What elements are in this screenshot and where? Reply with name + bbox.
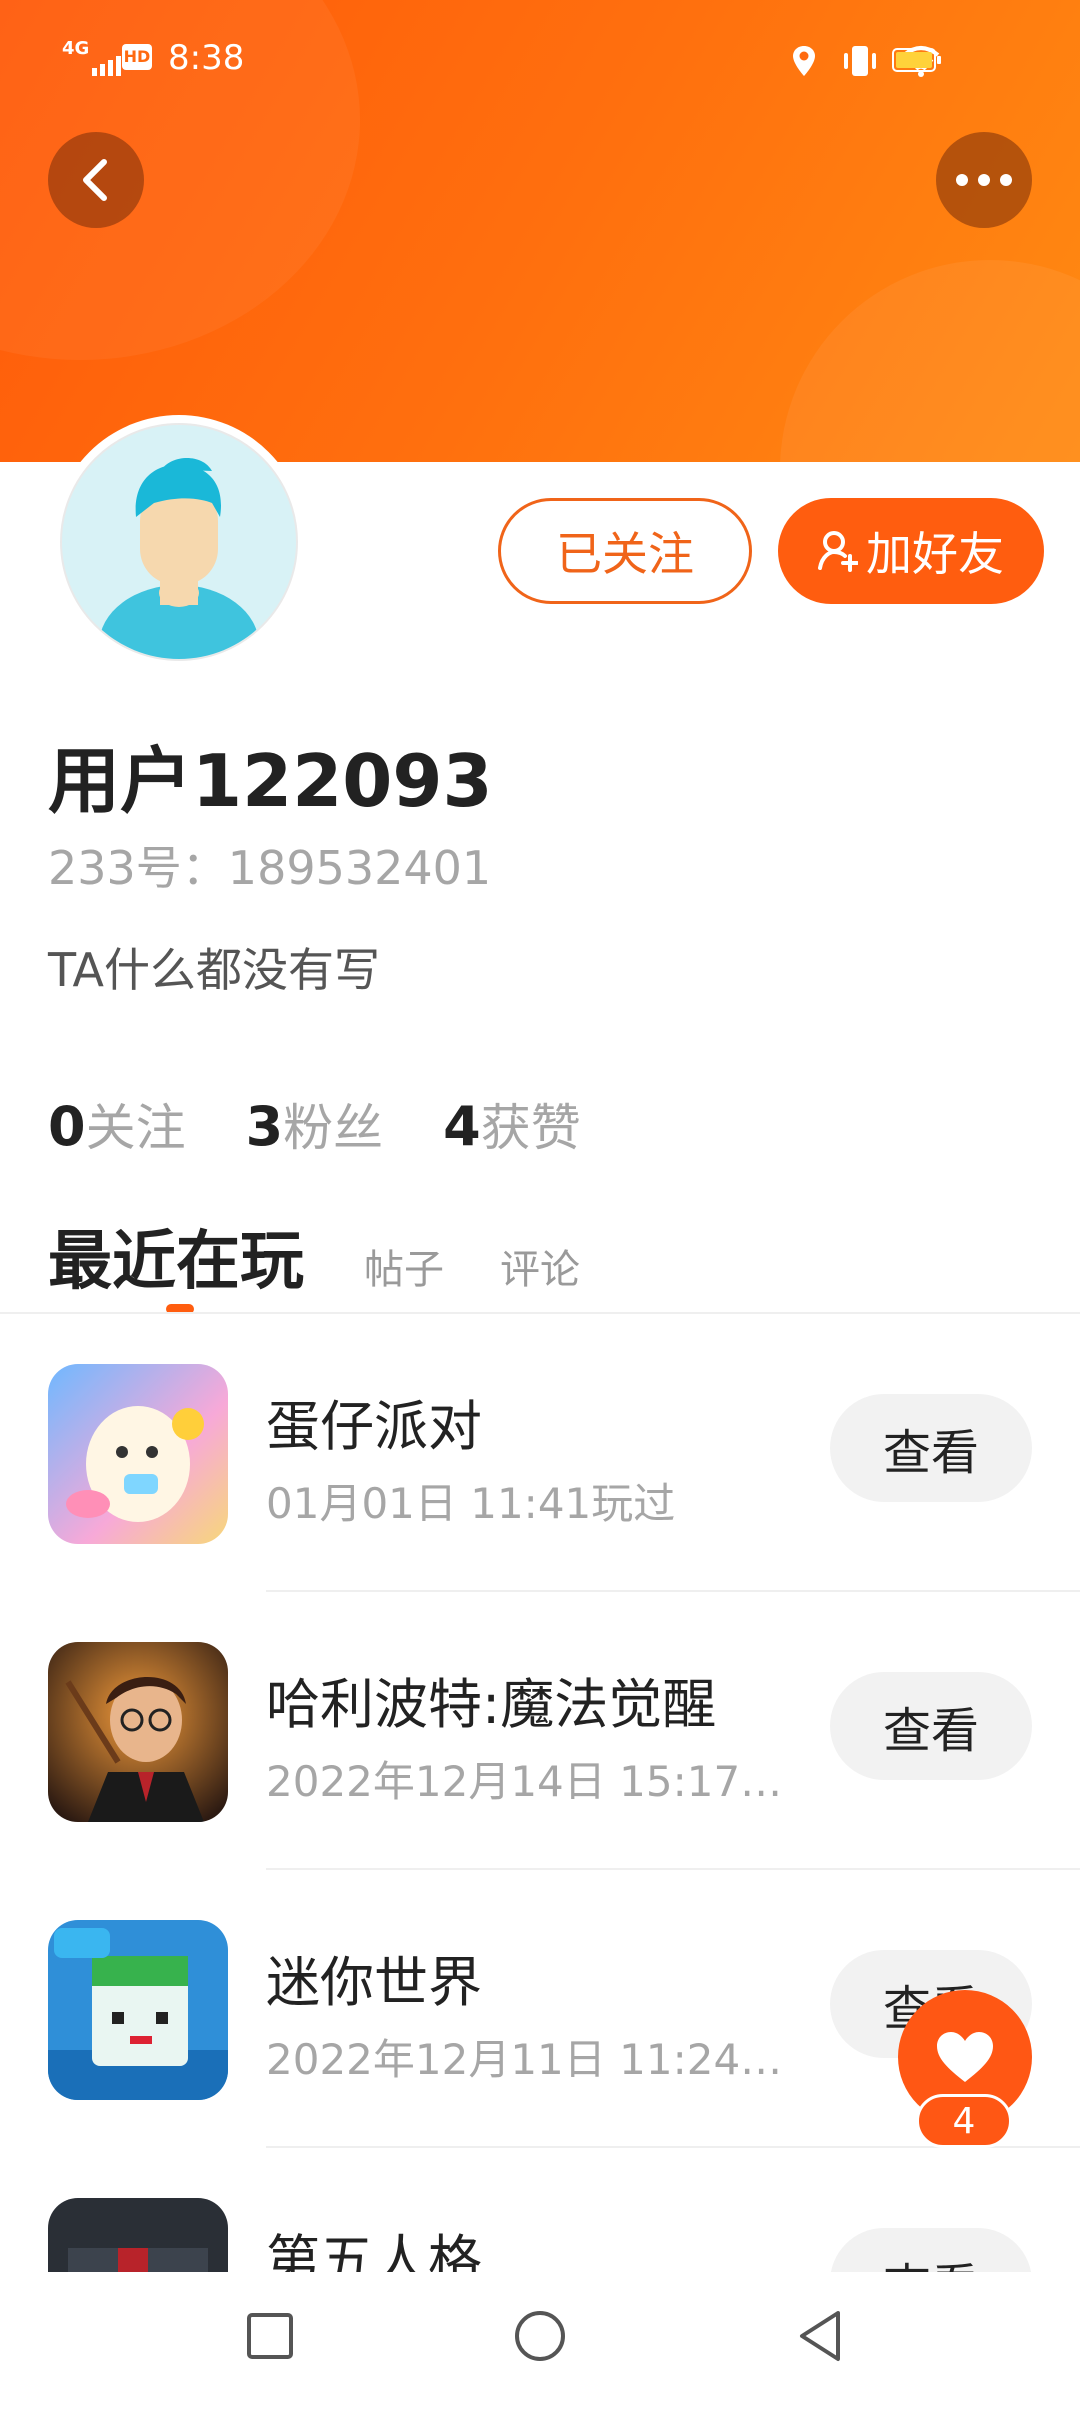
more-dots-icon — [956, 174, 1012, 186]
banner-decoration — [780, 260, 1080, 462]
game-played-time: 2022年12月14日 15:17… — [266, 1757, 783, 1806]
view-button[interactable]: 查看 — [830, 1672, 1032, 1780]
like-count-badge: 4 — [916, 2094, 1012, 2148]
heart-icon — [937, 2032, 993, 2082]
recent-apps-icon — [247, 2313, 293, 2359]
followed-button[interactable]: 已关注 — [498, 498, 752, 604]
recent-apps-button[interactable] — [240, 2306, 300, 2366]
system-navigation-bar — [0, 2272, 1080, 2400]
status-time: 8:38 — [168, 38, 245, 78]
game-title: 迷你世界 — [266, 1951, 482, 2014]
signal-icon: 4G — [62, 38, 121, 76]
tab-posts[interactable]: 帖子 — [364, 1237, 444, 1295]
stat-likes[interactable]: 4 获赞 — [443, 1088, 581, 1160]
back-arrow-icon — [83, 159, 107, 201]
stat-label: 关注 — [85, 1099, 186, 1157]
username: 用户122093 — [48, 739, 493, 823]
back-nav-button[interactable] — [790, 2306, 850, 2366]
home-button[interactable] — [510, 2306, 570, 2366]
profile-header-banner: 4G HD 8:38 — [0, 0, 1080, 462]
default-avatar-icon — [99, 458, 259, 659]
add-friend-label: 加好友 — [866, 527, 1004, 581]
back-button[interactable] — [48, 132, 144, 228]
home-icon — [515, 2311, 565, 2361]
game-title: 哈利波特:魔法觉醒 — [266, 1673, 717, 1736]
stat-fans[interactable]: 3 粉丝 — [246, 1088, 384, 1160]
stat-label: 粉丝 — [283, 1099, 384, 1157]
stat-number: 0 — [48, 1095, 86, 1158]
network-type: 4G — [62, 38, 90, 59]
game-played-time: 01月01日 11:41玩过 — [266, 1479, 676, 1528]
avatar[interactable] — [52, 415, 306, 669]
view-button[interactable]: 查看 — [830, 1394, 1032, 1502]
more-button[interactable] — [936, 132, 1032, 228]
game-icon-eggy-party — [48, 1364, 228, 1544]
battery-icon — [892, 48, 941, 72]
add-friend-icon — [818, 531, 858, 572]
game-icon-mini-world — [48, 1920, 228, 2100]
status-bar: 4G HD 8:38 — [0, 0, 1080, 120]
game-title: 蛋仔派对 — [266, 1395, 482, 1458]
stat-label: 获赞 — [480, 1099, 581, 1157]
list-item[interactable]: 哈利波特:魔法觉醒 2022年12月14日 15:17… 查看 — [0, 1592, 1080, 1870]
add-friend-button[interactable]: 加好友 — [778, 498, 1044, 604]
stat-following[interactable]: 0 关注 — [48, 1088, 186, 1160]
stats-row: 0 关注 3 粉丝 4 获赞 — [48, 1088, 581, 1160]
vibrate-icon — [844, 46, 876, 76]
location-icon — [793, 46, 815, 76]
stat-number: 3 — [245, 1095, 284, 1158]
stat-number: 4 — [443, 1095, 481, 1158]
tab-comments[interactable]: 评论 — [500, 1237, 580, 1295]
tab-bar: 最近在玩 帖子 评论 — [48, 1210, 636, 1302]
bio: TA什么都没有写 — [48, 943, 380, 997]
game-icon-harry-potter — [48, 1642, 228, 1822]
back-nav-icon — [800, 2311, 840, 2361]
hd-badge: HD — [122, 44, 152, 70]
avatar-image — [60, 423, 298, 661]
game-played-time: 2022年12月11日 11:24… — [266, 2035, 783, 2084]
tab-recently-played[interactable]: 最近在玩 — [48, 1210, 304, 1302]
list-item[interactable]: 蛋仔派对 01月01日 11:41玩过 查看 — [0, 1314, 1080, 1592]
user-id: 233号：189532401 — [48, 841, 492, 895]
